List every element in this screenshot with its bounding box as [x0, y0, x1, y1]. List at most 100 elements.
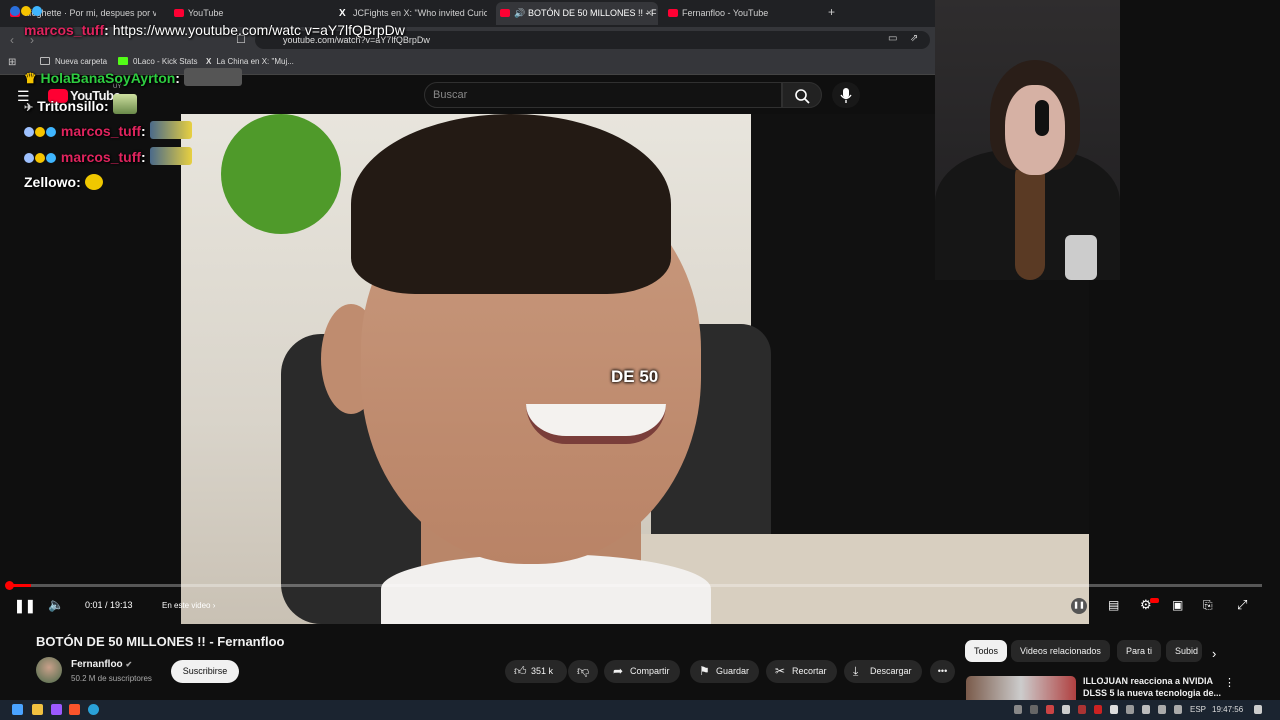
taskbar — [0, 700, 1280, 720]
bookmark-save-icon: ⚑ — [699, 664, 710, 678]
chat-username: marcos_tuff — [24, 22, 105, 38]
tray-icon[interactable] — [1014, 705, 1022, 714]
subscriber-count: 50.2 M de suscriptores — [71, 674, 152, 683]
crown-icon: ♛ — [24, 70, 37, 86]
cast-icon[interactable]: ⎘ — [1203, 598, 1213, 613]
chat-message: marcos_tuff: https://www.youtube.com/wat… — [10, 6, 405, 38]
share-page-icon[interactable]: ⇗ — [910, 33, 918, 44]
start-icon[interactable] — [12, 704, 23, 715]
time-display: 0:01 / 19:13 — [85, 600, 133, 610]
download-icon: ⤓ — [853, 664, 859, 678]
new-tab-button[interactable]: + — [828, 5, 835, 19]
chat-message: ♛ HolaBanaSoyAyrton: — [24, 68, 242, 87]
badge-icon — [24, 127, 34, 137]
browser-tab[interactable]: Fernanfloo - YouTube — [664, 2, 814, 25]
x-icon: X — [206, 57, 212, 66]
chat-message: marcos_tuff: — [24, 147, 192, 165]
miniplayer-icon[interactable]: ▣ — [1172, 598, 1183, 612]
search-input[interactable]: Buscar — [424, 82, 782, 108]
chips-next-icon[interactable]: › — [1212, 646, 1216, 661]
tray-icon[interactable] — [1046, 705, 1054, 714]
search-icon — [795, 89, 810, 104]
bookmark-item[interactable]: Nueva carpeta — [40, 57, 107, 66]
scissors-icon: ✂ — [775, 664, 786, 678]
channel-avatar[interactable] — [36, 657, 62, 683]
folder-icon — [40, 57, 50, 65]
pause-icon[interactable]: ❚❚ — [14, 598, 36, 614]
apps-grid-icon[interactable]: ⊞ — [8, 57, 16, 68]
chapter-label: En este video — [162, 601, 211, 610]
tray-icon[interactable] — [1094, 705, 1102, 714]
volume-tray-icon[interactable] — [1174, 705, 1182, 714]
bookmark-label: Nueva carpeta — [55, 57, 108, 66]
autoplay-toggle[interactable]: ❚❚ — [1071, 598, 1087, 614]
tray-icon[interactable] — [1110, 705, 1118, 714]
search-button[interactable] — [782, 82, 822, 108]
tray-icon[interactable] — [1142, 705, 1150, 714]
badge-icon — [46, 127, 56, 137]
suggested-video-title[interactable]: ILLOJUAN reacciona a NVIDIA DLSS 5 la nu… — [1083, 675, 1223, 699]
chat-username: Zellowo — [24, 174, 77, 190]
dislike-button[interactable]: 👎︎ — [568, 660, 598, 683]
brave-icon[interactable] — [69, 704, 80, 715]
save-button[interactable]: ⚑ Guardar — [690, 660, 760, 683]
voice-search-button[interactable] — [832, 82, 860, 108]
speaker-icon: 🔊 — [514, 8, 526, 18]
chip-uploaded[interactable]: Subid — [1166, 640, 1202, 662]
bookmark-label: 0Laco - Kick Stats — [133, 57, 198, 66]
badge-icon — [10, 6, 20, 16]
youtube-icon — [500, 9, 510, 17]
chip-all[interactable]: Todos — [965, 640, 1008, 662]
chat-emote — [183, 68, 242, 86]
chapter-button[interactable]: En este video › — [162, 601, 215, 610]
more-actions-button[interactable]: ••• — [930, 660, 955, 683]
subscribe-button[interactable]: Suscribirse — [171, 660, 239, 683]
video-plant — [221, 114, 341, 234]
more-icon: ••• — [937, 666, 948, 676]
tab-label: Fernanfloo - YouTube — [682, 8, 769, 18]
chat-message: marcos_tuff: — [24, 121, 192, 139]
language-indicator[interactable]: ESP — [1190, 705, 1206, 714]
tray-icon[interactable] — [1126, 705, 1134, 714]
bookmark-item[interactable]: X La China en X: "Muj... — [206, 57, 294, 66]
tray-icon[interactable] — [1030, 705, 1038, 714]
like-button[interactable]: 👍︎ 351 k — [505, 660, 567, 683]
tab-label: afeghette · Por mi, despues por vos | — [24, 8, 156, 18]
browser-icon[interactable] — [88, 704, 99, 715]
close-tab-icon[interactable]: × — [646, 2, 652, 25]
file-explorer-icon[interactable] — [32, 704, 43, 715]
clock[interactable]: 19:47:56 — [1212, 705, 1243, 714]
chat-emote — [149, 121, 192, 139]
network-icon[interactable] — [1158, 705, 1166, 714]
badge-icon — [46, 153, 56, 163]
subtitles-icon[interactable]: ▤ — [1108, 598, 1119, 612]
webcam-headset — [1035, 100, 1049, 136]
chat-username: HolaBanaSoyAyrton — [40, 70, 176, 86]
download-button[interactable]: ⤓ Descargar — [844, 660, 922, 683]
channel-name[interactable]: Fernanfloo ✔ — [71, 659, 132, 670]
chip-related[interactable]: Videos relacionados — [1011, 640, 1110, 662]
suggested-more-icon[interactable]: ⋮ — [1224, 676, 1235, 689]
tray-icon[interactable] — [1062, 705, 1070, 714]
microphone-icon — [840, 88, 852, 103]
chip-for-you[interactable]: Para ti — [1117, 640, 1162, 662]
chat-text: https://www.youtube.com/watc v=aY7lfQBrp… — [112, 22, 405, 38]
video-person-hair — [351, 114, 671, 294]
app-icon[interactable] — [51, 704, 62, 715]
webcam-mate-cup — [1065, 235, 1097, 280]
browser-tab-active[interactable]: 🔊 BOTÓN DE 50 MILLONES !! - F × — [496, 2, 658, 25]
bookmark-item[interactable]: 0Laco - Kick Stats — [118, 57, 197, 66]
progress-bar[interactable] — [9, 584, 1262, 587]
install-icon[interactable]: ▭ — [888, 33, 897, 44]
tray-icon[interactable] — [1078, 705, 1086, 714]
scrubber-handle[interactable] — [5, 581, 14, 590]
volume-icon[interactable]: 🔈 — [48, 597, 64, 613]
clip-button[interactable]: ✂ Recortar — [766, 660, 837, 683]
tab-label: JCFights en X: "Who invited Curio — [353, 8, 487, 18]
streamer-webcam — [935, 0, 1120, 280]
notifications-icon[interactable] — [1254, 705, 1262, 714]
fullscreen-icon[interactable]: ⤢ — [1237, 597, 1247, 613]
share-button[interactable]: ➦ Compartir — [604, 660, 680, 683]
chat-message: Zellowo: — [24, 174, 103, 190]
back-icon[interactable]: ‹ — [10, 33, 14, 47]
